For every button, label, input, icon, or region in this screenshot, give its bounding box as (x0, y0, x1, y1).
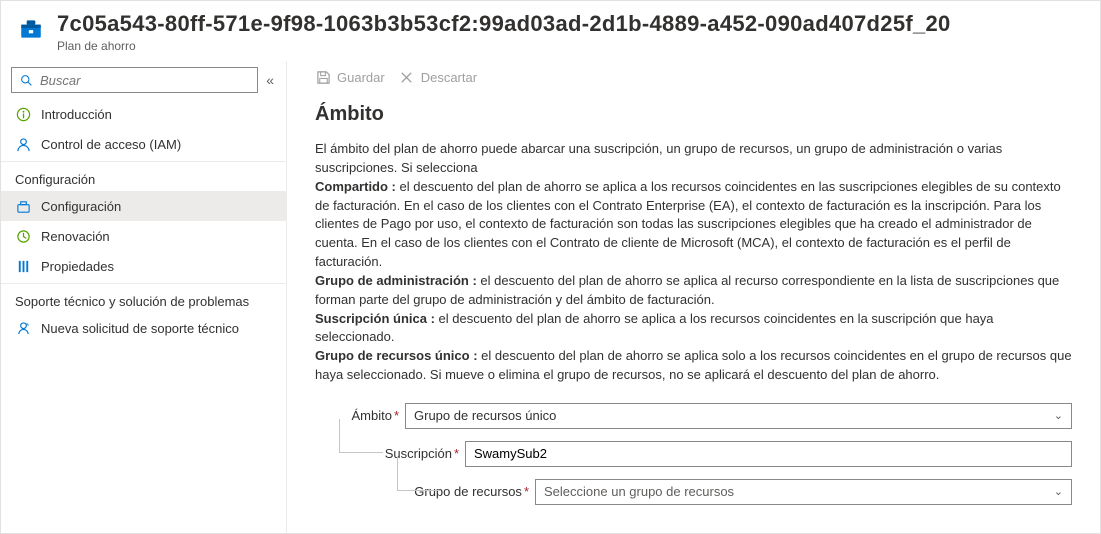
discard-button[interactable]: Descartar (399, 69, 477, 85)
scope-field-row: Ámbito* Grupo de recursos único ⌄ (315, 403, 1072, 429)
discard-label: Descartar (421, 70, 477, 85)
info-icon (15, 106, 31, 122)
scope-label: Ámbito* (315, 408, 405, 423)
save-label: Guardar (337, 70, 385, 85)
properties-icon (15, 258, 31, 274)
page-heading: Ámbito (315, 103, 1072, 126)
sidebar-item-label: Nueva solicitud de soporte técnico (41, 321, 239, 336)
command-bar: Guardar Descartar (315, 69, 1072, 97)
resource-group-label: Grupo de recursos* (315, 484, 535, 499)
person-icon (15, 136, 31, 152)
scope-select[interactable]: Grupo de recursos único ⌄ (405, 403, 1072, 429)
sidebar-section-support: Soporte técnico y solución de problemas (1, 283, 286, 313)
subscription-input[interactable] (465, 441, 1072, 467)
sidebar-item-label: Control de acceso (IAM) (41, 137, 181, 152)
resource-group-select[interactable]: Seleccione un grupo de recursos ⌄ (535, 479, 1072, 505)
search-icon (18, 72, 34, 88)
sidebar-item-renovacion[interactable]: Renovación (1, 221, 286, 251)
scope-value: Grupo de recursos único (414, 408, 556, 423)
sidebar-item-label: Propiedades (41, 259, 114, 274)
sidebar-item-introduccion[interactable]: Introducción (1, 99, 286, 129)
search-input[interactable] (11, 67, 258, 93)
savings-plan-icon (17, 15, 45, 43)
search-field[interactable] (40, 73, 251, 88)
blade-subtitle: Plan de ahorro (57, 39, 1084, 53)
sidebar-item-propiedades[interactable]: Propiedades (1, 251, 286, 281)
discard-icon (399, 69, 415, 85)
subscription-label: Suscripción* (315, 446, 465, 461)
sidebar-section-configuracion: Configuración (1, 161, 286, 191)
sidebar: « Introducción Control de acceso (IAM) C… (1, 61, 287, 533)
config-icon (15, 198, 31, 214)
subscription-field-row: Suscripción* (315, 441, 1072, 467)
sidebar-item-configuracion[interactable]: Configuración (1, 191, 286, 221)
sidebar-item-label: Introducción (41, 107, 112, 122)
blade-header: 7c05a543-80ff-571e-9f98-1063b3b53cf2:99a… (1, 1, 1100, 61)
content-pane: Guardar Descartar Ámbito El ámbito del p… (287, 61, 1100, 533)
support-icon (15, 320, 31, 336)
sidebar-item-support-request[interactable]: Nueva solicitud de soporte técnico (1, 313, 286, 343)
resource-group-field-row: Grupo de recursos* Seleccione un grupo d… (315, 479, 1072, 505)
resource-group-placeholder: Seleccione un grupo de recursos (544, 484, 734, 499)
chevron-down-icon: ⌄ (1054, 409, 1063, 422)
subscription-value[interactable] (474, 446, 1063, 461)
save-icon (315, 69, 331, 85)
scope-description: El ámbito del plan de ahorro puede abarc… (315, 140, 1072, 385)
renewal-icon (15, 228, 31, 244)
sidebar-item-label: Renovación (41, 229, 110, 244)
blade-title: 7c05a543-80ff-571e-9f98-1063b3b53cf2:99a… (57, 11, 1084, 37)
collapse-sidebar-button[interactable]: « (264, 72, 276, 88)
chevron-down-icon: ⌄ (1054, 485, 1063, 498)
sidebar-item-iam[interactable]: Control de acceso (IAM) (1, 129, 286, 159)
save-button[interactable]: Guardar (315, 69, 385, 85)
sidebar-item-label: Configuración (41, 199, 121, 214)
